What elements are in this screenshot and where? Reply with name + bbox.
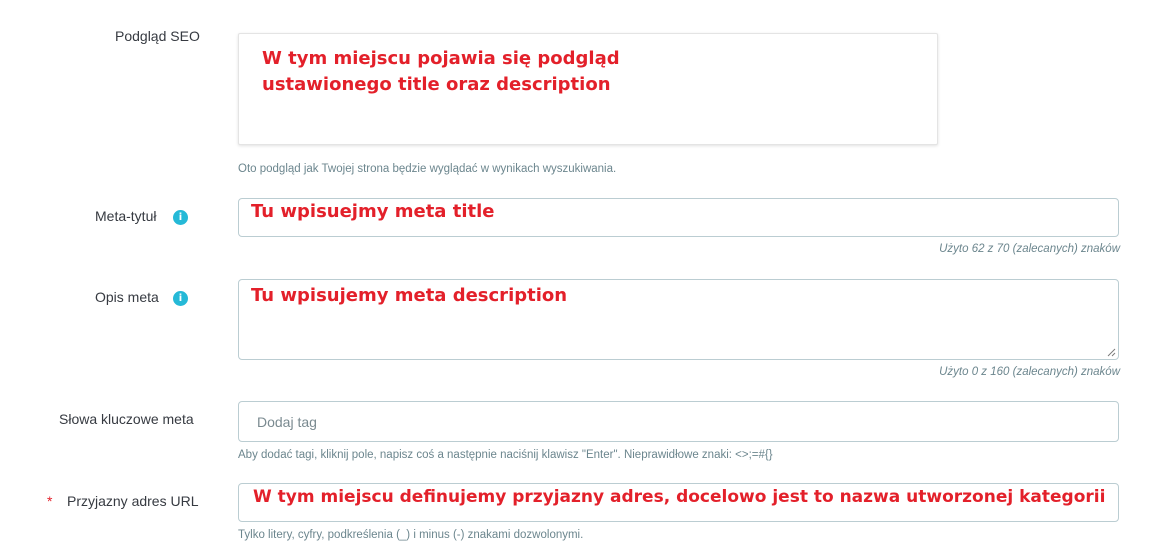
meta-description-info-icon[interactable]: i — [173, 291, 188, 306]
meta-title-input[interactable]: Tu wpisuejmy meta title — [238, 198, 1119, 237]
meta-keywords-tag-input[interactable]: Dodaj tag — [238, 401, 1119, 442]
seo-preview-help: Oto podgląd jak Twojej strona będzie wyg… — [238, 163, 617, 175]
friendly-url-input[interactable]: W tym miejscu definujemy przyjazny adres… — [238, 483, 1119, 522]
required-indicator: * — [47, 493, 53, 509]
meta-keywords-help: Aby dodać tagi, kliknij pole, napisz coś… — [238, 449, 773, 461]
meta-title-info-icon[interactable]: i — [173, 210, 188, 225]
friendly-url-help: Tylko litery, cyfry, podkreślenia (_) i … — [238, 529, 584, 541]
meta-title-value: Tu wpisuejmy meta title — [251, 201, 495, 222]
seo-preview-box: W tym miejscu pojawia się podgląd ustawi… — [238, 33, 938, 145]
meta-description-label: Opis meta — [95, 289, 159, 305]
resize-grip-icon[interactable] — [1107, 348, 1116, 357]
meta-title-counter: Użyto 62 z 70 (zalecanych) znaków — [939, 243, 1120, 255]
friendly-url-value: W tym miejscu definujemy przyjazny adres… — [253, 487, 1106, 507]
meta-title-label: Meta-tytuł — [95, 208, 157, 224]
friendly-url-label: Przyjazny adres URL — [67, 493, 199, 509]
seo-preview-annotation-line2: ustawionego title oraz description — [262, 74, 611, 95]
seo-preview-label: Podgląd SEO — [115, 28, 200, 44]
meta-keywords-label: Słowa kluczowe meta — [59, 411, 194, 427]
meta-description-textarea[interactable]: Tu wpisujemy meta description — [238, 279, 1119, 360]
seo-preview-annotation-line1: W tym miejscu pojawia się podgląd — [262, 48, 620, 69]
meta-description-value: Tu wpisujemy meta description — [251, 285, 568, 306]
meta-description-counter: Użyto 0 z 160 (zalecanych) znaków — [939, 366, 1120, 378]
meta-keywords-placeholder: Dodaj tag — [257, 414, 317, 430]
